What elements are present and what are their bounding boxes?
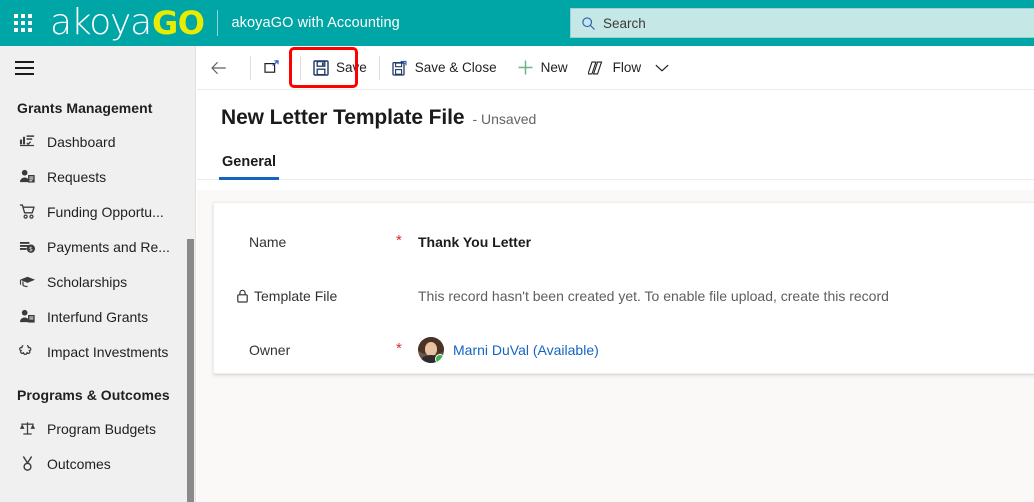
presence-indicator-available	[435, 354, 444, 363]
record-form: New Letter Template File - Unsaved Gener…	[197, 90, 1034, 502]
sidebar-item-interfund-grants[interactable]: Interfund Grants	[0, 299, 195, 334]
field-row-owner: Owner * Marni DuVal (Available)	[214, 327, 1034, 373]
sidebar-item-requests[interactable]: Requests	[0, 159, 195, 194]
graduation-cap-icon	[17, 272, 37, 292]
chevron-down-icon	[655, 63, 669, 73]
sidebar-item-label: Requests	[47, 168, 107, 185]
tab-general[interactable]: General	[219, 154, 279, 180]
command-bar: Save Save & Close New Flow	[197, 46, 1034, 90]
new-button-label: New	[540, 60, 568, 75]
save-icon	[313, 59, 329, 76]
sidebar-item-outcomes[interactable]: Outcomes	[0, 446, 195, 481]
back-arrow-icon	[210, 60, 228, 76]
search-icon	[581, 16, 596, 31]
record-title-row: New Letter Template File - Unsaved	[197, 90, 1034, 130]
sidebar-item-label: Interfund Grants	[47, 308, 149, 325]
avatar[interactable]	[418, 337, 444, 363]
sidebar-item-payments-and-receivables[interactable]: $ Payments and Re...	[0, 229, 195, 264]
search-box[interactable]: Search	[570, 8, 1034, 38]
page-title: New Letter Template File	[221, 106, 465, 129]
field-label-template-file: Template File	[214, 288, 396, 304]
field-row-name: Name * Thank You Letter	[214, 219, 1034, 265]
medal-icon	[17, 454, 37, 474]
form-card: Name * Thank You Letter Template File Th…	[213, 202, 1034, 374]
flow-chevron-button[interactable]	[651, 46, 677, 90]
field-value-name[interactable]: Thank You Letter	[418, 234, 1034, 250]
popout-button[interactable]	[253, 46, 298, 90]
brand-divider	[216, 10, 218, 36]
field-value-owner: Marni DuVal (Available)	[418, 337, 1034, 363]
required-marker: *	[396, 340, 402, 357]
sidebar-item-funding-opportunities[interactable]: Funding Opportu...	[0, 194, 195, 229]
flow-icon	[587, 60, 606, 76]
sidebar-item-dashboard[interactable]: Dashboard	[0, 124, 195, 159]
sidebar-item-label: Payments and Re...	[47, 238, 170, 255]
hamburger-bars	[14, 61, 34, 75]
popout-icon	[264, 60, 280, 75]
sidebar: Grants Management Dashboard Requests Fun…	[0, 46, 196, 502]
command-bar-separator	[378, 55, 380, 80]
payments-icon: $	[17, 237, 37, 257]
record-state-badge: - Unsaved	[472, 111, 537, 127]
sidebar-scrollbar[interactable]	[187, 239, 194, 502]
app-header: akoya GO akoyaGO with Accounting Search	[0, 0, 1034, 46]
field-label-owner: Owner	[249, 342, 291, 358]
command-bar-separator	[300, 55, 301, 80]
required-marker: *	[396, 232, 402, 249]
plus-icon	[517, 59, 534, 76]
requests-icon	[17, 167, 37, 187]
sidebar-item-program-budgets[interactable]: Program Budgets	[0, 411, 195, 446]
save-and-close-label: Save & Close	[414, 60, 497, 75]
app-launcher-grid	[14, 14, 32, 32]
sidebar-item-label: Funding Opportu...	[47, 203, 164, 220]
back-button[interactable]	[197, 46, 248, 90]
flow-button[interactable]: Flow	[578, 46, 652, 90]
form-area: Name * Thank You Letter Template File Th…	[197, 190, 1034, 502]
save-and-close-icon	[392, 60, 408, 76]
tab-strip: General	[197, 140, 1034, 180]
svg-text:$: $	[28, 246, 32, 253]
sidebar-item-label: Outcomes	[47, 455, 111, 472]
save-button[interactable]: Save	[303, 46, 377, 90]
sidebar-item-label: Impact Investments	[47, 343, 169, 360]
flow-button-label: Flow	[612, 60, 642, 75]
owner-link[interactable]: Marni DuVal (Available)	[453, 342, 599, 358]
save-button-label: Save	[336, 60, 367, 75]
sidebar-item-label: Program Budgets	[47, 420, 156, 437]
brand-logo[interactable]: akoya GO	[50, 5, 205, 41]
dashboard-icon	[17, 132, 37, 152]
people-icon	[17, 307, 37, 327]
new-button[interactable]: New	[507, 46, 578, 90]
sidebar-item-label: Dashboard	[47, 133, 116, 150]
cart-icon	[17, 202, 37, 222]
puzzle-icon	[17, 342, 37, 362]
field-label-name: Name	[249, 234, 287, 250]
search-placeholder: Search	[603, 15, 646, 31]
field-label-text: Template File	[254, 288, 338, 304]
avatar-face	[425, 342, 437, 356]
nav-group-title-grants-management: Grants Management	[17, 100, 153, 116]
save-and-close-button[interactable]: Save & Close	[382, 46, 507, 90]
field-row-template-file: Template File This record hasn't been cr…	[214, 273, 1034, 319]
sidebar-item-label: Scholarships	[47, 273, 128, 290]
brand-logo-primary: akoya	[50, 2, 152, 43]
command-bar-separator	[250, 55, 251, 80]
lock-icon	[236, 289, 249, 303]
nav-group-title-programs-outcomes: Programs & Outcomes	[17, 387, 170, 403]
sidebar-item-impact-investments[interactable]: Impact Investments	[0, 334, 195, 369]
scales-icon	[17, 419, 37, 439]
brand-logo-accent: GO	[152, 4, 205, 42]
app-name: akoyaGO with Accounting	[231, 15, 400, 31]
hamburger-icon[interactable]	[0, 46, 48, 90]
sidebar-item-scholarships[interactable]: Scholarships	[0, 264, 195, 299]
app-launcher-icon[interactable]	[0, 0, 46, 46]
field-value-template-file: This record hasn't been created yet. To …	[418, 288, 889, 304]
